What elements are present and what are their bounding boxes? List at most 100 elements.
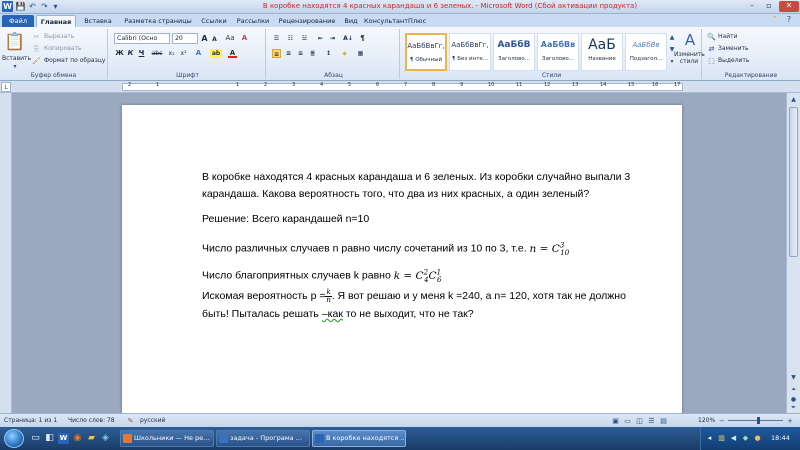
replace-button[interactable]: Заменить <box>718 45 749 52</box>
print-layout-view-icon[interactable]: ▣ <box>611 416 620 426</box>
numbering-icon[interactable]: ☷ <box>286 34 295 43</box>
web-layout-view-icon[interactable]: ◫ <box>635 416 644 426</box>
taskbar-item-active[interactable]: В коробке находятся ... <box>312 430 406 447</box>
align-center-icon[interactable]: ≡ <box>284 49 293 58</box>
undo-icon[interactable]: ↶ <box>27 1 38 12</box>
next-page-icon[interactable]: ⏷ <box>789 403 798 413</box>
grow-font-button[interactable]: A <box>200 34 209 43</box>
sort-button[interactable]: А↓ <box>342 34 354 43</box>
document-page[interactable]: В коробке находятся 4 красных карандаша … <box>122 105 682 435</box>
word-app-icon[interactable]: W <box>2 1 13 12</box>
scroll-thumb[interactable] <box>789 107 798 257</box>
highlight-button[interactable]: ab <box>210 49 222 58</box>
page-count[interactable]: Страница: 1 из 1 <box>4 417 57 424</box>
justify-icon[interactable]: ≣ <box>308 49 317 58</box>
close-button[interactable]: ✕ <box>779 1 799 12</box>
zoom-level[interactable]: 120% <box>698 417 715 424</box>
superscript-button[interactable]: x² <box>178 49 189 58</box>
tab-consultantplus[interactable]: КонсультантПлюс <box>364 15 426 27</box>
previous-page-icon[interactable]: ⏶ <box>789 385 798 395</box>
strikethrough-button[interactable]: abc <box>150 49 164 58</box>
tab-view[interactable]: Вид <box>340 15 362 27</box>
underline-button[interactable]: Ч <box>137 49 146 58</box>
select-button[interactable]: Выделить <box>718 57 749 64</box>
clock[interactable]: 18:44 <box>771 434 790 442</box>
scroll-up-icon[interactable]: ▲ <box>789 95 798 105</box>
volume-icon[interactable]: ◀ <box>729 433 738 443</box>
word-quicklaunch-icon[interactable]: W <box>58 433 69 444</box>
outline-view-icon[interactable]: ☰ <box>647 416 656 426</box>
paste-icon[interactable]: 📋 <box>4 31 26 53</box>
customize-qat-icon[interactable]: ▾ <box>50 1 61 12</box>
show-marks-button[interactable]: ¶ <box>358 34 367 43</box>
tab-page-layout[interactable]: Разметка страницы <box>120 15 196 27</box>
zoom-in-icon[interactable]: + <box>786 416 794 426</box>
bold-button[interactable]: Ж <box>115 49 124 58</box>
font-family-select[interactable]: Calibri (Осно <box>114 33 170 44</box>
tab-file[interactable]: Файл <box>2 15 34 27</box>
font-size-select[interactable]: 20 <box>172 33 198 44</box>
align-left-icon[interactable]: ≡ <box>272 49 281 58</box>
change-styles-button[interactable]: Изменить стили <box>674 51 705 65</box>
word-count[interactable]: Число слов: 78 <box>68 417 115 424</box>
copy-button[interactable]: Копировать <box>44 45 81 52</box>
network-icon[interactable]: ▥ <box>717 433 726 443</box>
tab-mailings[interactable]: Рассылки <box>233 15 273 27</box>
show-desktop-icon[interactable]: ▭ <box>30 433 41 443</box>
multilevel-list-icon[interactable]: ☱ <box>300 34 309 43</box>
change-case-button[interactable]: Aa <box>224 34 236 43</box>
style-subtitle[interactable]: АаБбВв Подзагол... <box>625 33 667 71</box>
update-icon[interactable]: ● <box>753 433 762 443</box>
tab-selector-icon[interactable]: L <box>1 82 11 92</box>
security-icon[interactable]: ◆ <box>741 433 750 443</box>
grammar-flagged-text[interactable]: –как <box>322 308 343 320</box>
tab-home[interactable]: Главная <box>36 15 76 27</box>
full-screen-view-icon[interactable]: ▭ <box>623 416 632 426</box>
subscript-button[interactable]: x₂ <box>166 49 177 58</box>
vertical-scrollbar[interactable]: ▲ ▼ ⏶ ● ⏷ <box>786 93 800 413</box>
tab-review[interactable]: Рецензирование <box>276 15 338 27</box>
save-icon[interactable]: 💾 <box>15 1 26 12</box>
style-normal[interactable]: АаБбВвГг, ¶ Обычный <box>405 33 447 71</box>
text-effects-button[interactable]: A <box>194 49 203 58</box>
browser-quicklaunch-icon[interactable]: ◉ <box>72 433 83 443</box>
shading-icon[interactable]: ◈ <box>340 49 349 58</box>
help-icon[interactable]: ? <box>784 15 794 25</box>
line-spacing-icon[interactable]: ↕ <box>324 49 333 58</box>
cut-button[interactable]: Вырезать <box>44 33 74 40</box>
vertical-ruler[interactable] <box>0 93 12 413</box>
borders-icon[interactable]: ▦ <box>356 49 365 58</box>
minimize-button[interactable]: – <box>744 1 760 12</box>
change-styles-icon[interactable]: A <box>682 32 698 48</box>
draft-view-icon[interactable]: ▤ <box>659 416 668 426</box>
increase-indent-icon[interactable]: ⇥ <box>328 34 337 43</box>
clear-formatting-button[interactable]: A <box>240 34 249 43</box>
align-right-icon[interactable]: ≡ <box>296 49 305 58</box>
horizontal-ruler[interactable]: L 2 1 1 2 3 4 5 6 7 8 9 10 11 12 13 14 1… <box>0 81 800 93</box>
redo-icon[interactable]: ↷ <box>39 1 50 12</box>
bullets-icon[interactable]: ☰ <box>272 34 281 43</box>
zoom-slider-thumb[interactable] <box>757 417 760 424</box>
italic-button[interactable]: К <box>126 49 135 58</box>
style-no-spacing[interactable]: АаБбВвГг, ¶ Без инте... <box>449 33 491 71</box>
paste-dropdown-icon[interactable]: ▾ <box>11 62 19 72</box>
style-title[interactable]: АаБ Название <box>581 33 623 71</box>
paste-button[interactable]: Вставить <box>2 55 31 62</box>
zoom-slider[interactable] <box>728 420 783 421</box>
taskbar-item[interactable]: Школьники — Не ре... <box>120 430 214 447</box>
media-quicklaunch-icon[interactable]: ◈ <box>100 433 111 443</box>
tab-references[interactable]: Ссылки <box>198 15 230 27</box>
taskbar-item[interactable]: задача - Програма ... <box>216 430 310 447</box>
maximize-button[interactable]: ▫ <box>761 1 777 12</box>
decrease-indent-icon[interactable]: ⇤ <box>316 34 325 43</box>
start-button[interactable] <box>4 429 24 448</box>
font-color-button[interactable]: A <box>228 49 237 58</box>
ribbon-minimize-icon[interactable]: ⌃ <box>770 15 780 25</box>
folder-quicklaunch-icon[interactable]: ▰ <box>86 433 97 443</box>
style-heading-1[interactable]: АаБбВ Заголово... <box>493 33 535 71</box>
language-indicator[interactable]: русский <box>140 417 165 424</box>
shrink-font-button[interactable]: A <box>210 35 219 44</box>
format-painter-button[interactable]: Формат по образцу <box>44 57 105 64</box>
style-heading-2[interactable]: АаБбВв Заголово... <box>537 33 579 71</box>
scroll-down-icon[interactable]: ▼ <box>789 373 798 383</box>
